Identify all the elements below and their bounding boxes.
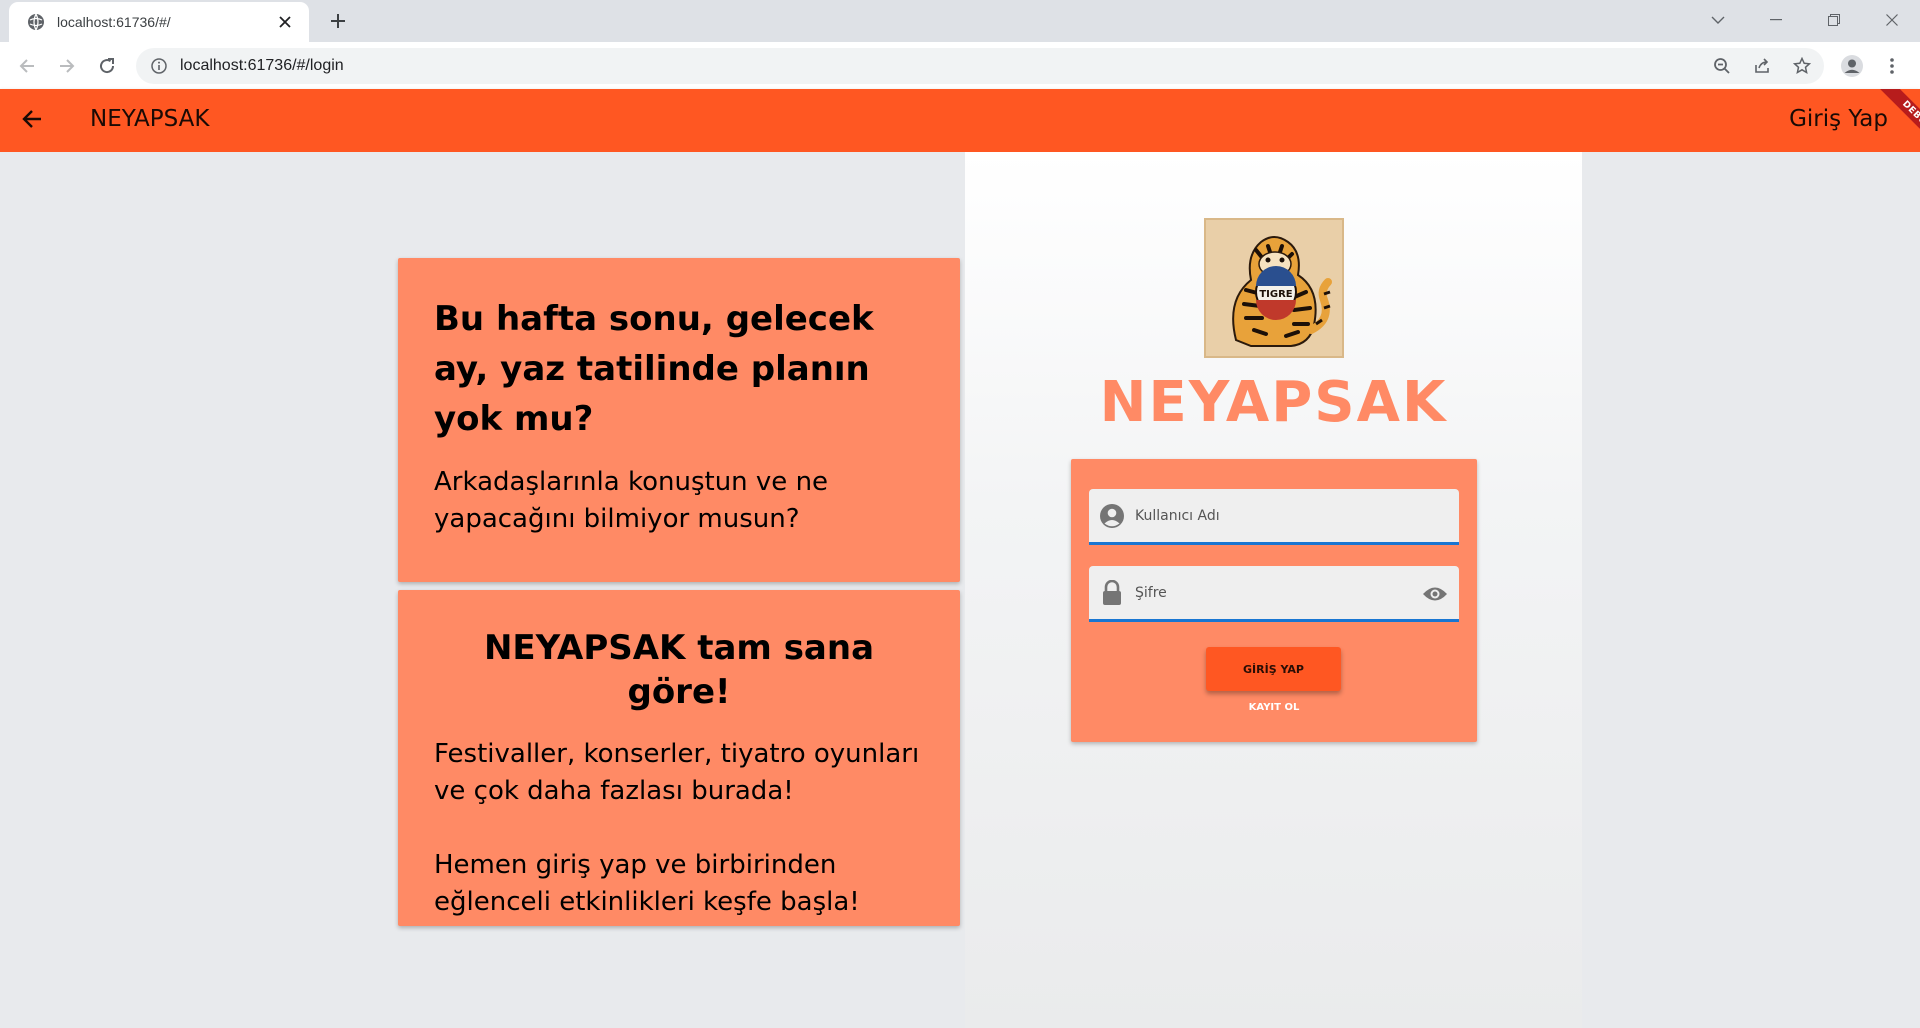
info-card-2-text-2: Hemen giriş yap ve birbirinden eğlenceli… — [434, 850, 860, 917]
info-card-1: Bu hafta sonu, gelecek ay, yaz tatilinde… — [398, 258, 960, 582]
reload-icon[interactable] — [91, 50, 123, 82]
username-field[interactable] — [1089, 489, 1459, 545]
restore-icon[interactable] — [1812, 6, 1856, 34]
back-arrow-icon[interactable] — [14, 101, 50, 137]
info-card-1-text: Arkadaşlarınla konuştun ve ne yapacağını… — [434, 467, 829, 534]
more-vert-icon[interactable] — [1876, 50, 1908, 82]
info-icon[interactable] — [150, 57, 168, 75]
tab-title: localhost:61736/#/ — [57, 14, 171, 30]
login-form: GİRİŞ YAP KAYIT OL — [1071, 459, 1477, 742]
lock-icon — [1099, 579, 1125, 606]
username-input[interactable] — [1135, 507, 1415, 524]
address-bar[interactable]: localhost:61736/#/login — [136, 48, 1824, 84]
page-content: Bu hafta sonu, gelecek ay, yaz tatilinde… — [0, 152, 1920, 1028]
logo-text: TIGRE — [1259, 289, 1292, 300]
password-field[interactable] — [1089, 566, 1459, 622]
password-input[interactable] — [1135, 584, 1415, 601]
chevron-down-icon[interactable] — [1696, 6, 1740, 34]
info-card-2-heading: NEYAPSAK tam sana göre! — [483, 628, 875, 712]
zoom-out-icon[interactable] — [1706, 50, 1738, 82]
visibility-icon[interactable] — [1421, 580, 1449, 608]
forward-arrow-icon[interactable] — [51, 50, 83, 82]
back-arrow-icon[interactable] — [11, 50, 43, 82]
browser-tab[interactable]: localhost:61736/#/ — [9, 2, 309, 42]
brand-title: NEYAPSAK — [1099, 370, 1448, 435]
share-icon[interactable] — [1746, 50, 1778, 82]
globe-icon — [27, 13, 45, 31]
close-icon[interactable] — [275, 12, 295, 32]
account-circle-icon — [1099, 503, 1125, 529]
login-panel: TIGRE NEYAPSAK GİRİŞ YAP KAYIT — [965, 152, 1582, 1028]
profile-icon[interactable] — [1836, 50, 1868, 82]
browser-toolbar: localhost:61736/#/login — [0, 42, 1920, 89]
plus-icon[interactable] — [324, 9, 352, 33]
app-title: NEYAPSAK — [90, 106, 210, 132]
register-button[interactable]: KAYIT OL — [1071, 702, 1477, 713]
app-bar: NEYAPSAK Giriş Yap — [0, 89, 1920, 152]
tiger-logo: TIGRE — [1204, 218, 1344, 358]
minimize-icon[interactable] — [1754, 6, 1798, 34]
browser-tab-strip: localhost:61736/#/ — [0, 0, 1920, 42]
url-text: localhost:61736/#/login — [180, 57, 344, 74]
login-action-button[interactable]: Giriş Yap — [1789, 106, 1888, 132]
window-close-icon[interactable] — [1870, 6, 1914, 34]
login-button[interactable]: GİRİŞ YAP — [1206, 647, 1341, 691]
info-card-2-text-1: Festivaller, konserler, tiyatro oyunları… — [434, 739, 920, 806]
info-card-2: NEYAPSAK tam sana göre! Festivaller, kon… — [398, 590, 960, 926]
star-icon[interactable] — [1786, 50, 1818, 82]
info-card-1-heading: Bu hafta sonu, gelecek ay, yaz tatilinde… — [434, 299, 874, 439]
